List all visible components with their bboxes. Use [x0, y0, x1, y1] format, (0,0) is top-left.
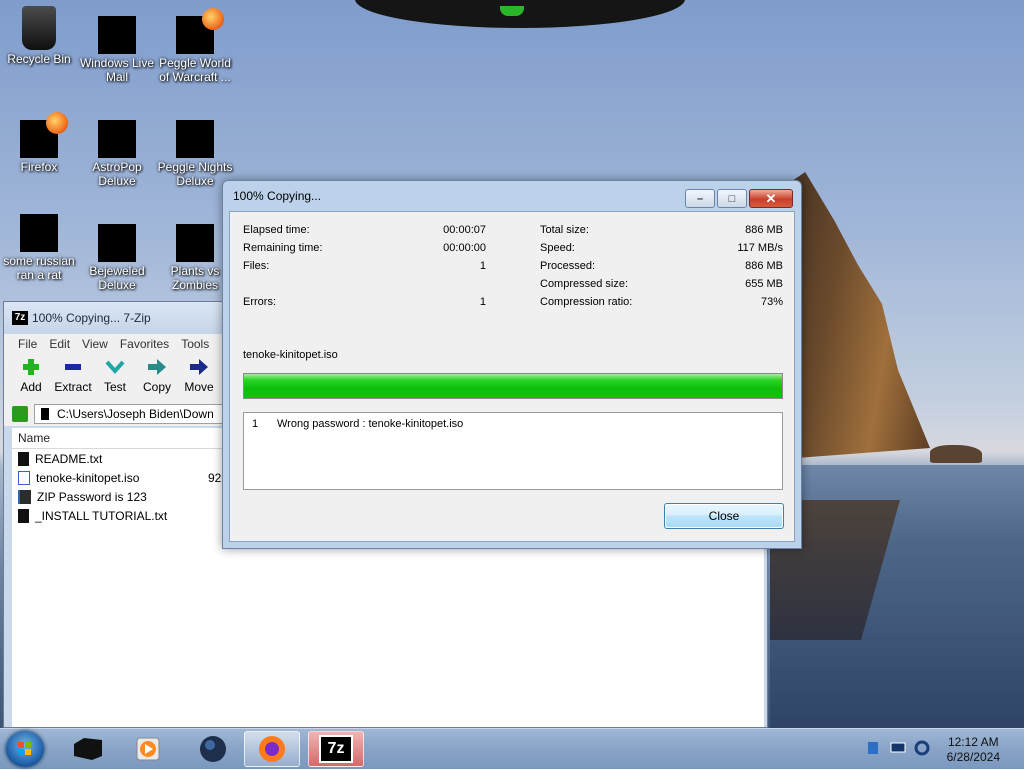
move-arrow-icon	[189, 358, 209, 376]
mail-icon	[98, 16, 136, 54]
menu-edit[interactable]: Edit	[43, 334, 76, 354]
pvz-icon	[176, 224, 214, 262]
errors-label: Errors:	[243, 296, 276, 308]
gadget-led-icon	[500, 6, 524, 16]
processed-value: 886 MB	[745, 260, 783, 272]
progress-fill	[244, 374, 782, 398]
globe-icon	[200, 736, 226, 762]
processed-label: Processed:	[540, 260, 596, 272]
wallpaper-rock	[930, 445, 982, 463]
files-value: 1	[479, 260, 486, 272]
desktop-icon-peggle-nights[interactable]: Peggle Nights Deluxe	[156, 114, 234, 188]
plus-icon	[21, 358, 41, 376]
tray-network-icon[interactable]	[866, 740, 882, 756]
speed-value: 117 MB/s	[737, 242, 783, 254]
recycle-bin-icon	[22, 6, 56, 50]
drive-icon	[41, 408, 49, 420]
remaining-time-label: Remaining time:	[243, 242, 323, 254]
maximize-button[interactable]: □	[717, 189, 747, 208]
compressed-size-label: Compressed size:	[540, 278, 629, 290]
remaining-time-value: 00:00:00	[443, 242, 486, 254]
windows-logo-icon	[18, 742, 31, 755]
firefox-icon	[20, 112, 68, 158]
compression-ratio-label: Compression ratio:	[540, 296, 633, 308]
peggle-icon	[176, 8, 224, 54]
menu-file[interactable]: File	[12, 334, 43, 354]
error-log-list[interactable]: 1 Wrong password : tenoke-kinitopet.iso	[243, 412, 783, 490]
desktop-icon-windows-live-mail[interactable]: Windows Live Mail	[78, 10, 156, 84]
close-button[interactable]: Close	[664, 503, 784, 529]
desktop-icon-firefox[interactable]: Firefox	[0, 112, 78, 174]
taskbar-clock[interactable]: 12:12 AM 6/28/2024	[947, 735, 1000, 765]
taskbar-7zip[interactable]: 7z	[308, 731, 364, 767]
7zip-logo-icon: 7z	[12, 311, 28, 325]
taskbar-firefox[interactable]	[244, 731, 300, 767]
media-player-icon	[136, 737, 160, 761]
elapsed-time-value: 00:00:07	[443, 224, 486, 236]
iso-file-icon	[18, 470, 30, 485]
copy-arrow-icon	[147, 358, 167, 376]
folder-up-icon[interactable]	[12, 406, 28, 422]
test-button[interactable]: Test	[94, 354, 136, 402]
desktop-icon-astropop[interactable]: AstroPop Deluxe	[78, 114, 156, 188]
menu-view[interactable]: View	[76, 334, 114, 354]
minimize-button[interactable]: –	[685, 189, 715, 208]
text-file-icon	[18, 508, 29, 523]
move-button[interactable]: Move	[178, 354, 220, 402]
current-file-name: tenoke-kinitopet.iso	[243, 349, 338, 361]
menu-favorites[interactable]: Favorites	[114, 334, 175, 354]
errors-value: 1	[479, 296, 486, 308]
maximize-icon: □	[728, 192, 736, 205]
link-file-icon	[18, 489, 31, 504]
elapsed-time-label: Elapsed time:	[243, 224, 310, 236]
tray-sync-icon[interactable]	[914, 740, 930, 756]
bejeweled-icon	[98, 224, 136, 262]
astropop-icon	[98, 120, 136, 158]
check-icon	[105, 358, 125, 376]
tray-display-icon[interactable]	[890, 740, 906, 756]
log-row-text: Wrong password : tenoke-kinitopet.iso	[277, 418, 464, 430]
speed-label: Speed:	[540, 242, 575, 254]
7zip-taskbar-icon: 7z	[319, 735, 353, 763]
text-file-icon	[18, 451, 29, 466]
desktop-icon-russian-rat[interactable]: some russian ran a rat	[0, 208, 78, 282]
dialog-body: Elapsed time: 00:00:07 Remaining time: 0…	[229, 211, 795, 542]
extract-button[interactable]: Extract	[52, 354, 94, 402]
taskbar-globe-app[interactable]	[185, 731, 241, 767]
black-box-icon	[74, 738, 102, 760]
window-controls: – □ ✕	[683, 189, 793, 208]
progress-bar	[243, 373, 783, 399]
log-row-number: 1	[252, 418, 259, 430]
clock-time: 12:12 AM	[947, 735, 999, 749]
path-text: C:\Users\Joseph Biden\Down	[57, 407, 214, 421]
desktop-icon-recycle-bin[interactable]: Recycle Bin	[0, 2, 78, 66]
7zip-title: 100% Copying... 7-Zip	[32, 311, 151, 325]
close-window-button[interactable]: ✕	[749, 189, 793, 208]
log-row[interactable]: 1 Wrong password : tenoke-kinitopet.iso	[252, 418, 463, 430]
minimize-icon: –	[696, 192, 704, 205]
firefox-icon	[259, 736, 285, 762]
compressed-size-value: 655 MB	[745, 278, 783, 290]
taskbar: 7z 12:12 AM 6/28/2024	[0, 728, 1024, 769]
menu-tools[interactable]: Tools	[175, 334, 215, 354]
desktop-icon-peggle-wow[interactable]: Peggle World of Warcraft ...	[156, 8, 234, 84]
taskbar-media-player[interactable]	[120, 731, 176, 767]
taskbar-black-box-app[interactable]	[60, 731, 116, 767]
add-button[interactable]: Add	[10, 354, 52, 402]
copy-button[interactable]: Copy	[136, 354, 178, 402]
desktop-icon-bejeweled[interactable]: Bejeweled Deluxe	[78, 218, 156, 292]
close-icon: ✕	[765, 190, 777, 206]
copy-progress-dialog[interactable]: 100% Copying... – □ ✕ Elapsed time: 00:0…	[222, 180, 802, 549]
total-size-value: 886 MB	[745, 224, 783, 236]
minus-icon	[63, 358, 83, 376]
dialog-title: 100% Copying...	[233, 189, 322, 203]
files-label: Files:	[243, 260, 270, 272]
start-button[interactable]	[6, 731, 44, 767]
compression-ratio-value: 73%	[760, 296, 783, 308]
clock-date: 6/28/2024	[946, 750, 1000, 764]
file-icon	[14, 208, 62, 256]
total-size-label: Total size:	[540, 224, 589, 236]
peggle-nights-icon	[176, 120, 214, 158]
